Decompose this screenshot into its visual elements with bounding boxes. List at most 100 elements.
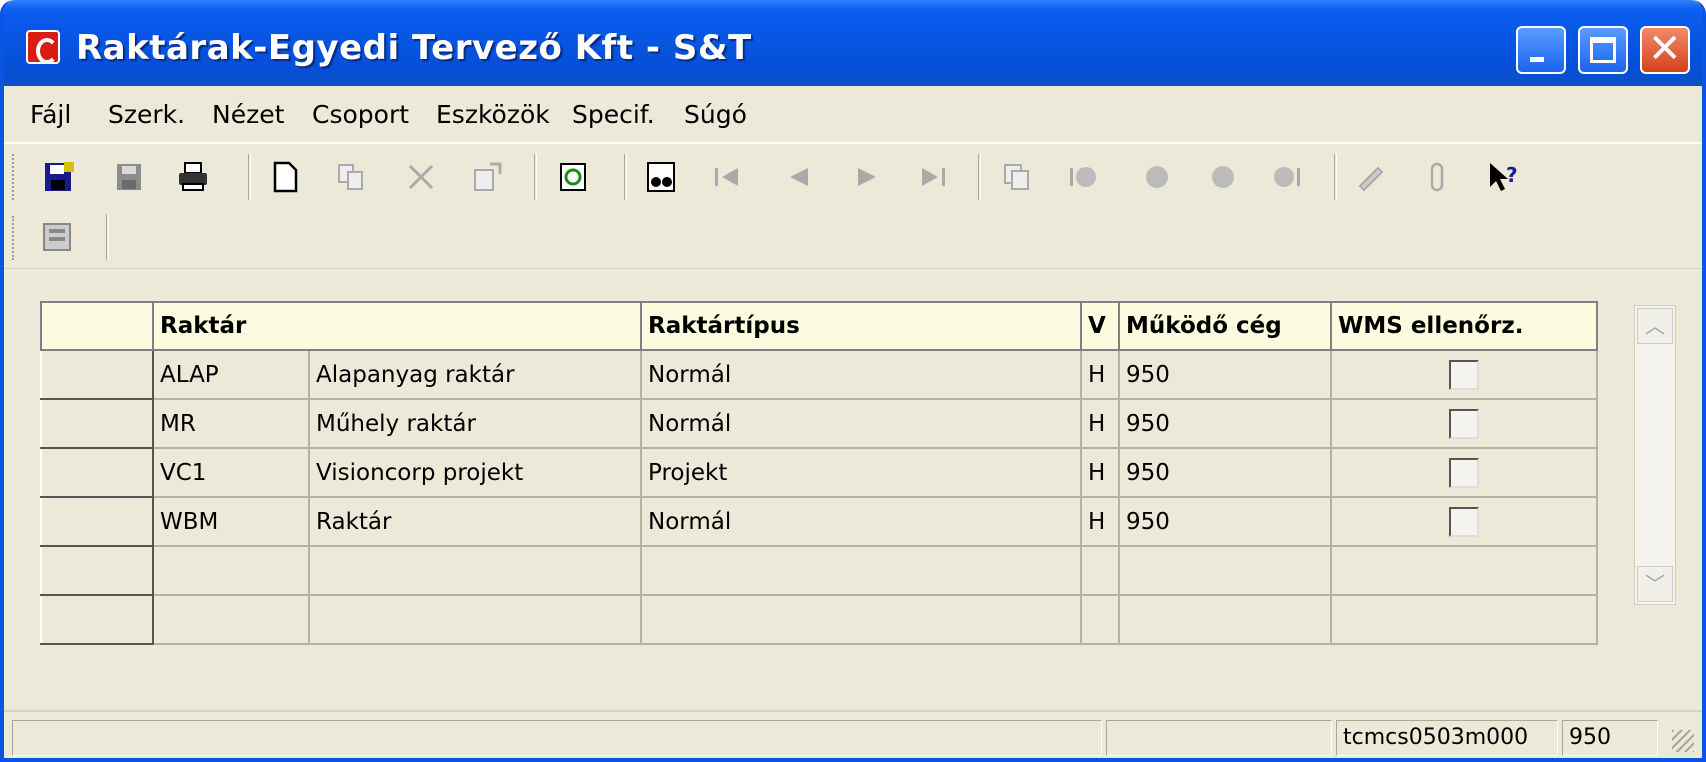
- toolbar-grip[interactable]: [12, 154, 16, 200]
- row-selector[interactable]: [40, 447, 154, 498]
- row-selector-header[interactable]: [40, 301, 154, 351]
- vertical-scrollbar[interactable]: ︿ ﹀: [1634, 305, 1676, 605]
- row-selector[interactable]: [40, 398, 154, 449]
- warehouse-code-cell[interactable]: MR: [152, 398, 310, 449]
- warehouse-code-cell[interactable]: ALAP: [152, 349, 310, 400]
- delete-icon[interactable]: [404, 160, 438, 194]
- close-button[interactable]: ✕: [1640, 26, 1690, 74]
- empty-cell[interactable]: [640, 545, 1082, 596]
- table-row[interactable]: ALAP Alapanyag raktár Normál H 950: [40, 349, 1598, 400]
- toolbar-separator: [1334, 154, 1337, 200]
- column-header-warehouse[interactable]: Raktár: [152, 301, 642, 351]
- refresh-icon[interactable]: [556, 160, 590, 194]
- secondary-toolbar: [4, 210, 1702, 266]
- wms-check-cell: [1330, 496, 1598, 547]
- v-cell[interactable]: H: [1080, 349, 1120, 400]
- form-view-icon[interactable]: [40, 220, 74, 254]
- copy-icon[interactable]: [334, 160, 368, 194]
- warehouse-name-cell[interactable]: Visioncorp projekt: [308, 447, 642, 498]
- v-cell[interactable]: H: [1080, 398, 1120, 449]
- menu-view[interactable]: Nézet: [212, 100, 284, 129]
- row-selector[interactable]: [40, 545, 154, 596]
- toolbar-grip[interactable]: [12, 216, 16, 260]
- warehouse-type-cell[interactable]: Normál: [640, 349, 1082, 400]
- context-help-icon[interactable]: ?: [1486, 160, 1520, 194]
- company-cell[interactable]: 950: [1118, 496, 1332, 547]
- previous-record-icon[interactable]: [782, 160, 816, 194]
- warehouse-code-cell[interactable]: VC1: [152, 447, 310, 498]
- status-message: [12, 720, 1102, 756]
- maximize-button[interactable]: [1578, 26, 1628, 74]
- empty-cell[interactable]: [152, 594, 310, 645]
- group-last-icon[interactable]: [1270, 160, 1304, 194]
- warehouse-name-cell[interactable]: Alapanyag raktár: [308, 349, 642, 400]
- toolbar-separator: [978, 154, 981, 200]
- column-header-v[interactable]: V: [1080, 301, 1120, 351]
- find-icon[interactable]: [644, 160, 678, 194]
- warehouse-name-cell[interactable]: Műhely raktár: [308, 398, 642, 449]
- table-row[interactable]: VC1 Visioncorp projekt Projekt H 950: [40, 447, 1598, 498]
- save-icon[interactable]: [112, 160, 146, 194]
- resize-grip-icon[interactable]: [1672, 730, 1694, 752]
- empty-cell[interactable]: [308, 545, 642, 596]
- company-cell[interactable]: 950: [1118, 447, 1332, 498]
- menu-group[interactable]: Csoport: [312, 100, 409, 129]
- wms-check-cell: [1330, 349, 1598, 400]
- empty-cell[interactable]: [1118, 545, 1332, 596]
- menu-edit[interactable]: Szerk.: [108, 100, 185, 129]
- row-selector[interactable]: [40, 594, 154, 645]
- v-cell[interactable]: H: [1080, 496, 1120, 547]
- wms-checkbox[interactable]: [1449, 408, 1479, 439]
- empty-cell[interactable]: [1118, 594, 1332, 645]
- empty-cell[interactable]: [1080, 594, 1120, 645]
- wms-checkbox[interactable]: [1449, 506, 1479, 537]
- menu-specific[interactable]: Specif.: [572, 100, 655, 129]
- warehouse-type-cell[interactable]: Projekt: [640, 447, 1082, 498]
- warehouse-code-cell[interactable]: WBM: [152, 496, 310, 547]
- warehouse-type-cell[interactable]: Normál: [640, 398, 1082, 449]
- menu-help[interactable]: Súgó: [684, 100, 747, 129]
- save-close-icon[interactable]: [42, 160, 76, 194]
- row-selector[interactable]: [40, 496, 154, 547]
- warehouse-type-cell[interactable]: Normál: [640, 496, 1082, 547]
- empty-cell[interactable]: [1330, 594, 1598, 645]
- properties-icon[interactable]: [470, 160, 504, 194]
- warehouse-name-cell[interactable]: Raktár: [308, 496, 642, 547]
- empty-cell[interactable]: [152, 545, 310, 596]
- row-selector[interactable]: [40, 349, 154, 400]
- group-previous-icon[interactable]: [1140, 160, 1174, 194]
- title-bar[interactable]: Raktárak-Egyedi Tervező Kft - S&T ✕: [4, 0, 1702, 86]
- app-logo-icon[interactable]: [26, 30, 60, 64]
- v-cell[interactable]: H: [1080, 447, 1120, 498]
- first-record-icon[interactable]: [710, 160, 744, 194]
- group-copy-icon[interactable]: [1000, 160, 1034, 194]
- company-cell[interactable]: 950: [1118, 349, 1332, 400]
- empty-cell[interactable]: [308, 594, 642, 645]
- minimize-button[interactable]: [1516, 26, 1566, 74]
- last-record-icon[interactable]: [916, 160, 950, 194]
- empty-cell[interactable]: [1080, 545, 1120, 596]
- column-header-operating-company[interactable]: Működő cég: [1118, 301, 1332, 351]
- group-next-icon[interactable]: [1206, 160, 1240, 194]
- empty-cell[interactable]: [640, 594, 1082, 645]
- menu-tools[interactable]: Eszközök: [436, 100, 550, 129]
- new-icon[interactable]: [268, 160, 302, 194]
- empty-table-row[interactable]: [40, 594, 1598, 645]
- next-record-icon[interactable]: [850, 160, 884, 194]
- edit-text-icon[interactable]: [1354, 160, 1388, 194]
- wms-checkbox[interactable]: [1449, 359, 1479, 390]
- print-icon[interactable]: [176, 160, 210, 194]
- column-header-wms-check[interactable]: WMS ellenőrz.: [1330, 301, 1598, 351]
- column-header-warehouse-type[interactable]: Raktártípus: [640, 301, 1082, 351]
- attachment-icon[interactable]: [1420, 160, 1454, 194]
- scroll-down-button[interactable]: ﹀: [1637, 566, 1673, 602]
- menu-file[interactable]: Fájl: [30, 100, 71, 129]
- wms-checkbox[interactable]: [1449, 457, 1479, 488]
- empty-cell[interactable]: [1330, 545, 1598, 596]
- table-row[interactable]: MR Műhely raktár Normál H 950: [40, 398, 1598, 449]
- empty-table-row[interactable]: [40, 545, 1598, 596]
- scroll-up-button[interactable]: ︿: [1637, 308, 1673, 344]
- group-first-icon[interactable]: [1066, 160, 1100, 194]
- table-row[interactable]: WBM Raktár Normál H 950: [40, 496, 1598, 547]
- company-cell[interactable]: 950: [1118, 398, 1332, 449]
